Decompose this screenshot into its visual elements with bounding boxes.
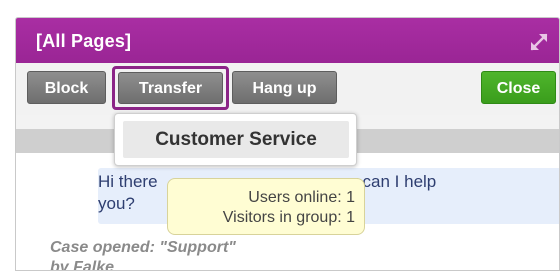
users-online-text: Users online: 1: [248, 189, 355, 206]
chat-title: [All Pages]: [36, 31, 132, 51]
case-line2: by Falke: [50, 259, 115, 271]
transfer-button-focus-ring: Transfer: [112, 66, 229, 110]
message-line1: Hi there: [98, 172, 158, 191]
group-info-tooltip: Users online: 1 Visitors in group: 1: [167, 178, 365, 235]
case-opened-note: Case opened: "Support" by Falke: [50, 238, 450, 271]
transfer-button[interactable]: Transfer: [118, 72, 223, 104]
block-button[interactable]: Block: [27, 71, 106, 104]
close-button[interactable]: Close: [481, 71, 556, 104]
hang-up-button[interactable]: Hang up: [232, 71, 337, 104]
transfer-dropdown: Customer Service: [114, 113, 357, 166]
chat-header: [All Pages]: [16, 18, 559, 63]
expand-arrows-icon[interactable]: [529, 32, 549, 52]
case-line1: Case opened: "Support": [50, 239, 236, 256]
transfer-option-customer-service[interactable]: Customer Service: [123, 121, 349, 158]
visitors-in-group-text: Visitors in group: 1: [222, 209, 355, 226]
message-line2: you?: [98, 194, 135, 213]
chat-toolbar: Block Transfer Hang up Close: [16, 63, 559, 115]
